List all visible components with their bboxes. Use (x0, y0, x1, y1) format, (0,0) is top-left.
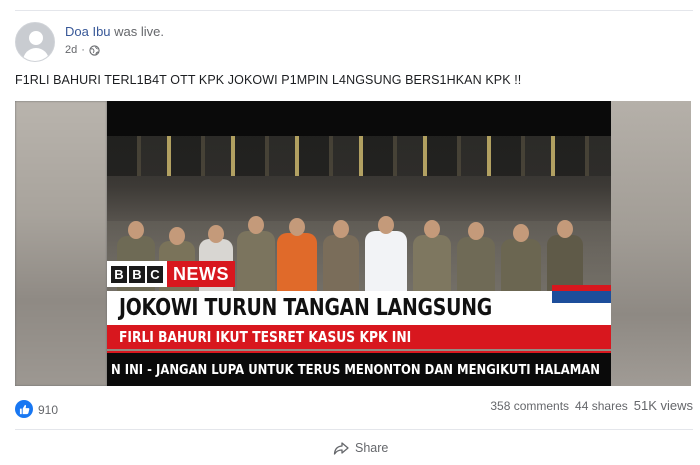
bbc-letter: C (147, 265, 163, 283)
post-stats: 910 358 comments 44 shares 51K views (15, 398, 693, 420)
video-person-head (378, 216, 394, 234)
news-label: NEWS (167, 261, 235, 287)
flag-blue-stripe (552, 291, 611, 303)
video-subheadline-banner: FIRLI BAHURI IKUT TESRET KASUS KPK INI (107, 325, 611, 349)
bbc-news-logo: B B C NEWS (107, 261, 235, 287)
action-divider (15, 429, 693, 430)
video-person-head (208, 225, 224, 243)
thumbs-up-icon[interactable] (15, 400, 33, 418)
video-person-head (169, 227, 185, 245)
video-person-head (424, 220, 440, 238)
video-person-head (248, 216, 264, 234)
video-frame[interactable]: B B C NEWS JOKOWI TURUN TANGAN LANGSUNG … (107, 101, 611, 386)
comments-count[interactable]: 358 comments (490, 399, 569, 413)
thumbs-up-glyph (19, 404, 29, 414)
video-person-head (557, 220, 573, 238)
bbc-letter: B (129, 265, 145, 283)
views-count: 51K views (633, 398, 693, 413)
video-headline: JOKOWI TURUN TANGAN LANGSUNG (119, 295, 492, 321)
bbc-letter: B (111, 265, 127, 283)
share-label: Share (355, 441, 389, 455)
post-timestamp[interactable]: 2d (65, 44, 77, 56)
post-text: F1RLI BAHURI TERL1B4T OTT KPK JOKOWI P1M… (15, 73, 522, 87)
author-action-text: was live. (110, 24, 165, 39)
author-line: Doa Ibu was live. (65, 24, 164, 39)
avatar-body-shape (23, 48, 49, 61)
video-person-head (333, 220, 349, 238)
video-building-background (107, 136, 611, 176)
video-ticker-text: N INI - JANGAN LUPA UNTUK TERUS MENONTON… (111, 361, 600, 378)
video-blur-left (15, 101, 107, 386)
meta-separator: · (81, 44, 85, 56)
globe-icon[interactable] (89, 44, 100, 56)
video-headline-banner: JOKOWI TURUN TANGAN LANGSUNG (107, 291, 552, 325)
live-video[interactable]: B B C NEWS JOKOWI TURUN TANGAN LANGSUNG … (15, 101, 691, 386)
top-divider (15, 10, 693, 11)
author-name-link[interactable]: Doa Ibu (65, 24, 111, 39)
post-meta: 2d · (65, 44, 100, 56)
video-person-head (513, 224, 529, 242)
video-subheadline: FIRLI BAHURI IKUT TESRET KASUS KPK INI (119, 328, 412, 346)
share-arrow-icon (333, 441, 349, 455)
video-person-head (128, 221, 144, 239)
video-person-head (468, 222, 484, 240)
bbc-logo-box: B B C (107, 261, 167, 287)
engagement-counts: 358 comments 44 shares 51K views (490, 398, 693, 413)
share-button[interactable]: Share (333, 441, 388, 455)
avatar-head-shape (29, 31, 43, 45)
video-ticker-bar: N INI - JANGAN LUPA UNTUK TERUS MENONTON… (107, 353, 611, 386)
shares-count[interactable]: 44 shares (575, 399, 628, 413)
banner-flag-graphic (552, 285, 611, 325)
video-blur-right (611, 101, 691, 386)
author-avatar[interactable] (15, 22, 55, 62)
video-person-head (289, 218, 305, 236)
reaction-count[interactable]: 910 (38, 403, 58, 417)
